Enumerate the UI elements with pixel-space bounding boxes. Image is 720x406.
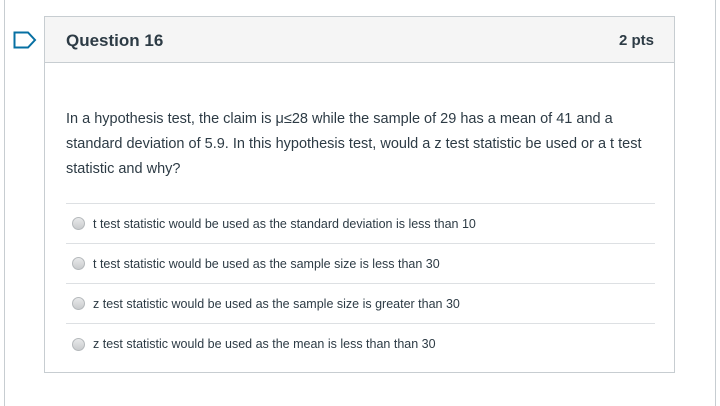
answer-label: z test statistic would be used as the sa… <box>93 296 460 311</box>
question-points: 2 pts <box>618 32 654 49</box>
answer-list: t test statistic would be used as the st… <box>66 203 655 364</box>
answer-option-1[interactable]: t test statistic would be used as the st… <box>66 204 655 244</box>
question-header: Question 16 2 pts <box>45 17 674 63</box>
answer-option-2[interactable]: t test statistic would be used as the sa… <box>66 244 655 284</box>
answer-label: t test statistic would be used as the st… <box>93 216 476 231</box>
flag-question-icon[interactable] <box>13 31 37 49</box>
question-card: Question 16 2 pts In a hypothesis test, … <box>44 16 675 373</box>
answer-option-3[interactable]: z test statistic would be used as the sa… <box>66 284 655 324</box>
radio-button[interactable] <box>72 337 85 351</box>
answer-label: t test statistic would be used as the sa… <box>93 256 440 271</box>
question-title: Question 16 <box>66 30 164 50</box>
answer-label: z test statistic would be used as the me… <box>93 337 436 351</box>
question-body: In a hypothesis test, the claim is μ≤28 … <box>45 63 674 364</box>
question-text: In a hypothesis test, the claim is μ≤28 … <box>66 111 642 177</box>
answer-option-4[interactable]: z test statistic would be used as the me… <box>66 324 655 364</box>
radio-button[interactable] <box>72 257 85 270</box>
radio-button[interactable] <box>72 297 85 310</box>
radio-button[interactable] <box>72 217 85 230</box>
